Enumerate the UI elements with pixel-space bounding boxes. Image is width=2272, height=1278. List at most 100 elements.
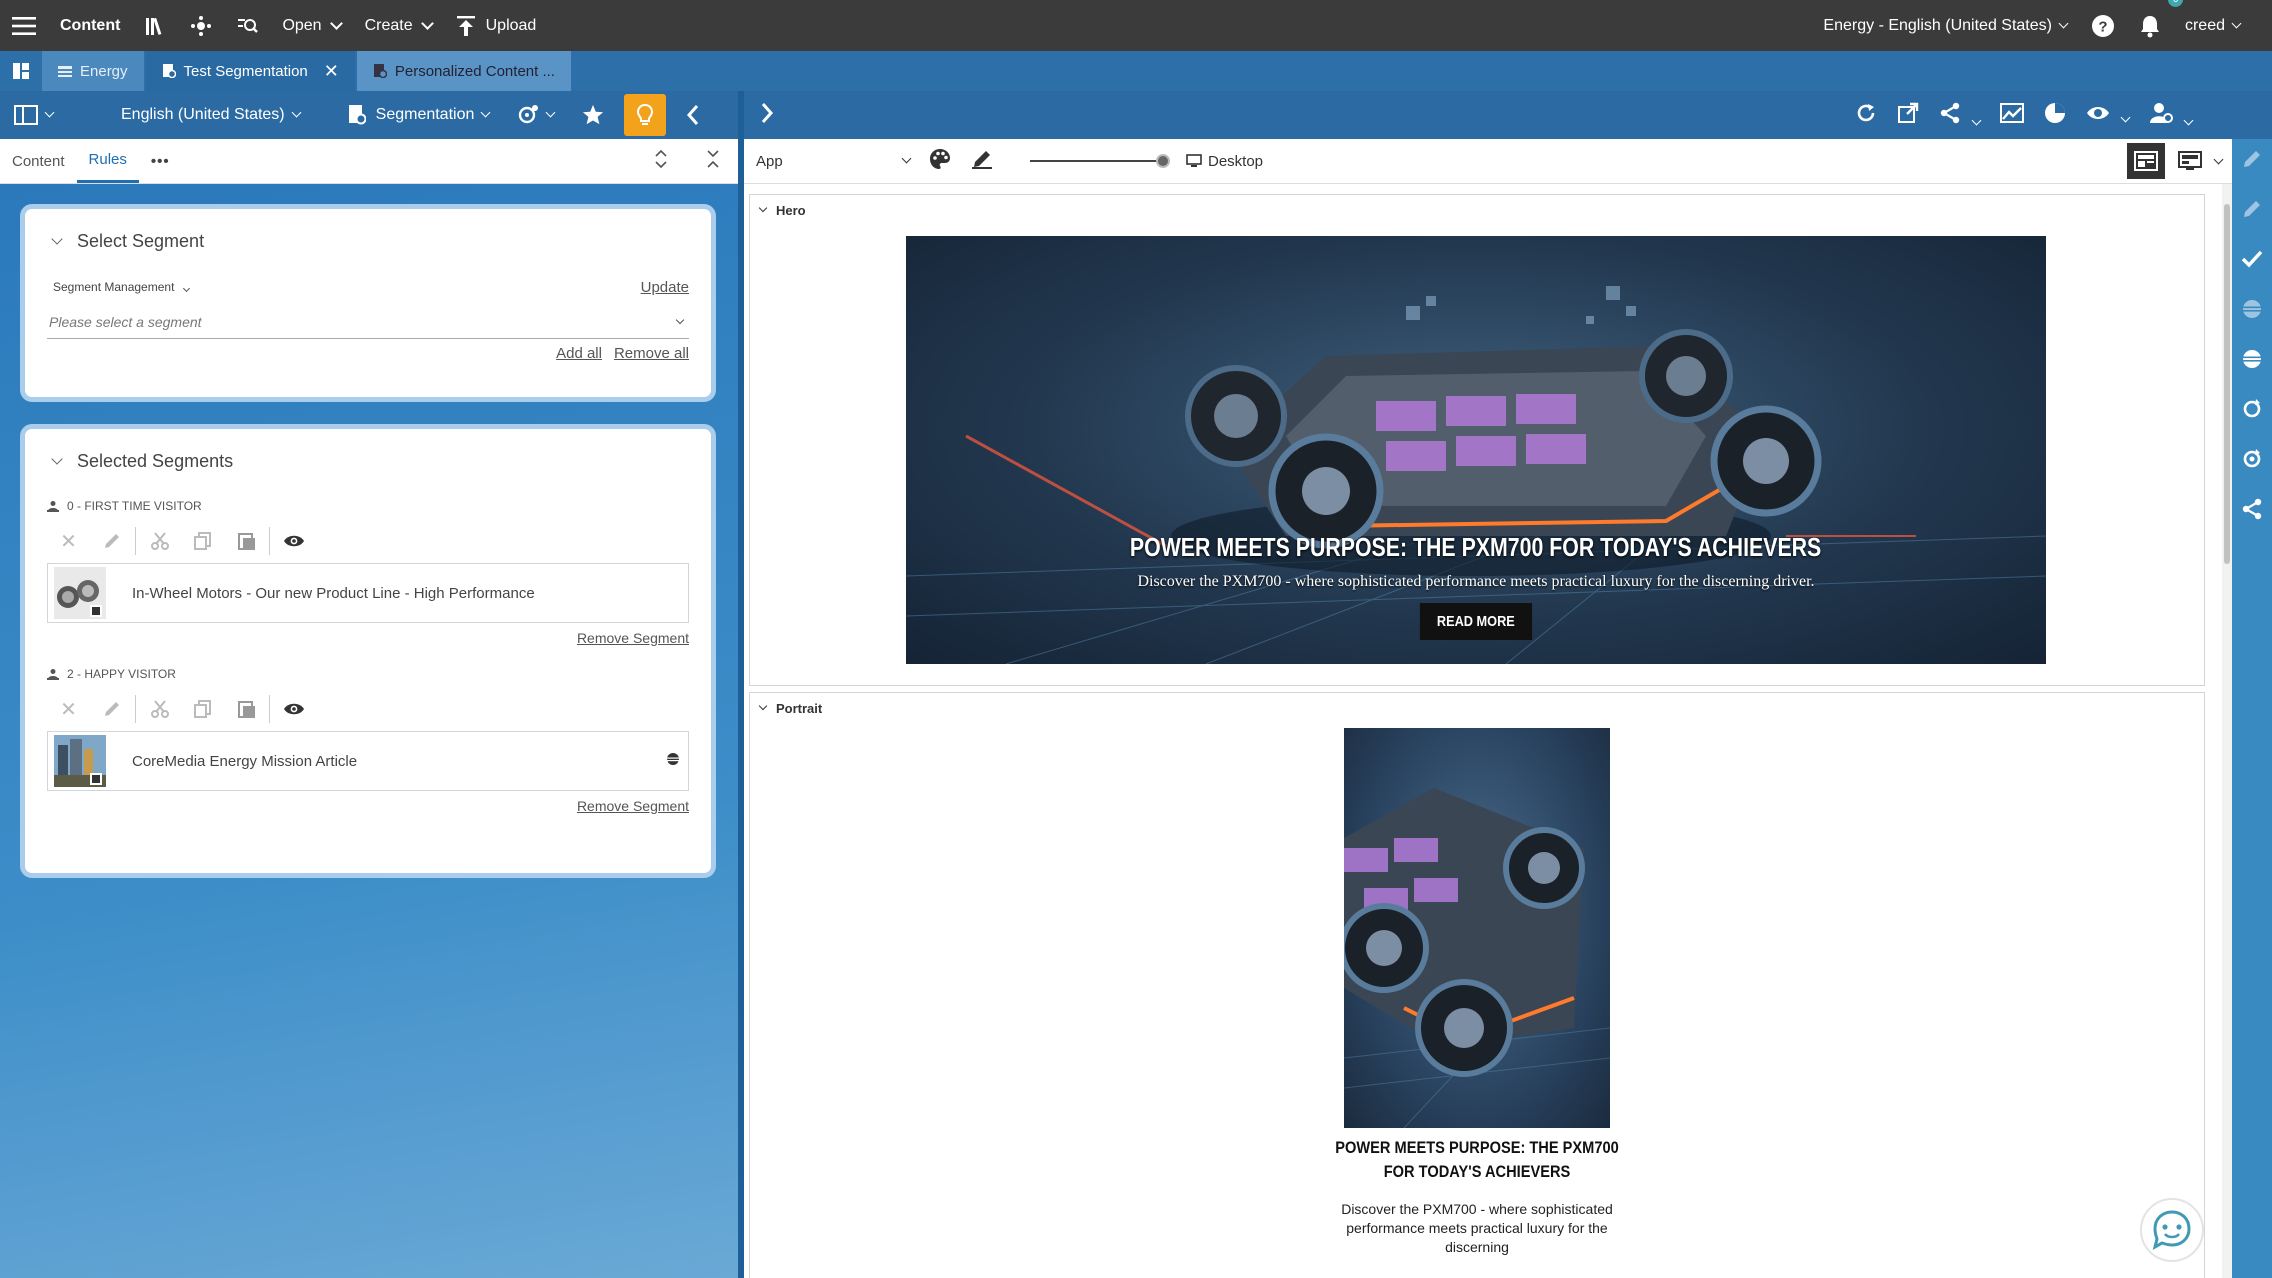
section-label: Hero [776, 202, 806, 218]
slider-track [1030, 160, 1170, 162]
locale-selector[interactable]: English (United States) [107, 91, 314, 139]
share-icon[interactable] [2238, 495, 2266, 523]
segment-select-field[interactable]: Please select a segment [47, 305, 689, 339]
upload-label: Upload [485, 16, 537, 34]
add-all-link[interactable]: Add all [556, 345, 602, 362]
tab-test-segmentation[interactable]: Test Segmentation ✕ [145, 51, 355, 91]
segment-content-item[interactable]: CoreMedia Energy Mission Article [47, 731, 689, 791]
content-thumbnail [54, 567, 106, 619]
select-segment-header[interactable]: Select Segment [47, 209, 689, 273]
copy-icon[interactable] [181, 694, 224, 724]
edit-layout-icon[interactable] [970, 147, 994, 175]
segment-toolbar: ✕ [47, 519, 689, 563]
layout-toggle[interactable] [0, 91, 67, 139]
update-link[interactable]: Update [641, 279, 689, 296]
upload-button[interactable]: Upload [444, 0, 549, 51]
personalized-doc-icon [373, 64, 387, 78]
theme-icon[interactable] [928, 147, 952, 175]
validity-menu[interactable] [503, 91, 568, 139]
dashboard-icon[interactable] [0, 51, 42, 91]
library-icon[interactable] [132, 0, 178, 51]
chevron-down-icon [758, 203, 768, 213]
tab-energy[interactable]: Energy [42, 51, 144, 91]
workflow-icon[interactable] [178, 0, 224, 51]
edit-pen-icon[interactable] [2238, 145, 2266, 173]
copy-icon[interactable] [181, 526, 224, 556]
tab-personalized-content[interactable]: Personalized Content ... [356, 51, 571, 91]
chat-assistant-button[interactable] [2140, 1198, 2204, 1262]
delete-icon[interactable]: ✕ [47, 526, 90, 556]
site-selector[interactable]: Energy - English (United States) [1811, 0, 2079, 51]
remove-segment-link[interactable]: Remove Segment [577, 630, 689, 646]
user-preview-icon[interactable] [2149, 102, 2194, 129]
pie-chart-icon[interactable] [2044, 102, 2066, 129]
approve-check-icon[interactable] [2238, 245, 2266, 273]
paste-icon[interactable] [224, 694, 267, 724]
chevron-down-icon[interactable] [2213, 154, 2224, 164]
layout-view-icon[interactable] [2127, 143, 2165, 179]
edit-icon[interactable] [90, 526, 133, 556]
slider-knob[interactable] [1156, 154, 1170, 168]
collapse-left-icon[interactable] [672, 91, 714, 139]
eye-icon[interactable] [272, 694, 315, 724]
remove-segment-link[interactable]: Remove Segment [577, 798, 689, 814]
locale-label: English (United States) [121, 106, 285, 123]
preview-view-icon[interactable] [2171, 143, 2209, 179]
chevron-down-icon [1971, 115, 1982, 125]
more-tabs-button[interactable]: ••• [139, 139, 182, 183]
open-external-icon[interactable] [1897, 102, 1919, 129]
bell-icon [2140, 15, 2159, 37]
cut-icon[interactable] [138, 694, 181, 724]
edit-pen-icon[interactable] [2238, 195, 2266, 223]
notifications-button[interactable]: 6 [2127, 0, 2183, 51]
paste-icon[interactable] [224, 526, 267, 556]
device-width-slider[interactable] [1030, 151, 1170, 171]
expand-right-icon[interactable] [744, 102, 774, 129]
tab-content[interactable]: Content [0, 139, 77, 183]
expand-all-icon[interactable] [654, 148, 668, 174]
analytics-icon[interactable] [2000, 102, 2024, 129]
user-menu[interactable]: creed [2173, 0, 2252, 51]
preview-scrollbar[interactable] [2222, 184, 2232, 1278]
remove-all-link[interactable]: Remove all [614, 345, 689, 362]
section-header[interactable]: Portrait [750, 693, 2204, 723]
delete-icon[interactable]: ✕ [47, 694, 90, 724]
selected-segments-header[interactable]: Selected Segments [47, 429, 689, 493]
hero-banner[interactable]: POWER MEETS PURPOSE: THE PXM700 FOR TODA… [906, 236, 2046, 664]
segmentation-doc-icon [162, 64, 176, 78]
edit-icon[interactable] [90, 694, 133, 724]
publish-globe-icon[interactable] [2238, 345, 2266, 373]
cut-icon[interactable] [138, 526, 181, 556]
app-select[interactable]: App [744, 153, 914, 170]
scrollbar-thumb[interactable] [2224, 204, 2230, 564]
type-selector[interactable]: Segmentation [334, 91, 504, 139]
menu-icon[interactable] [0, 0, 48, 51]
read-more-button[interactable]: READ MORE [1420, 603, 1532, 640]
check-gear-icon [519, 105, 539, 124]
reload-icon[interactable] [1855, 102, 1877, 129]
divider [135, 695, 136, 723]
open-menu[interactable]: Open [270, 0, 352, 51]
tab-rules[interactable]: Rules [76, 139, 139, 183]
segment-content-item[interactable]: In-Wheel Motors - Our new Product Line -… [47, 563, 689, 623]
segment-source-selector[interactable]: Segment Management [53, 280, 190, 294]
selected-segments-card: Selected Segments 0 - FIRST TIME VISITOR… [20, 424, 716, 878]
portrait-image[interactable] [1344, 728, 1610, 1128]
bulb-icon[interactable] [624, 94, 667, 136]
search-icon[interactable] [224, 0, 270, 51]
site-label: Energy - English (United States) [1823, 16, 2052, 34]
globe-icon[interactable] [2238, 295, 2266, 323]
help-icon[interactable]: ? [2079, 0, 2127, 51]
create-menu[interactable]: Create [353, 0, 444, 51]
preview-eye-icon[interactable] [2086, 105, 2131, 126]
sync-icon[interactable] [2238, 395, 2266, 423]
bookmark-icon[interactable] [568, 91, 618, 139]
collapse-all-icon[interactable] [706, 148, 720, 174]
close-icon[interactable]: ✕ [324, 62, 339, 80]
app-label[interactable]: Content [48, 0, 132, 51]
section-header[interactable]: Hero [750, 195, 2204, 225]
eye-icon[interactable] [272, 526, 315, 556]
create-label: Create [364, 16, 413, 34]
localize-icon[interactable] [2238, 445, 2266, 473]
share-icon[interactable] [1939, 102, 1982, 129]
